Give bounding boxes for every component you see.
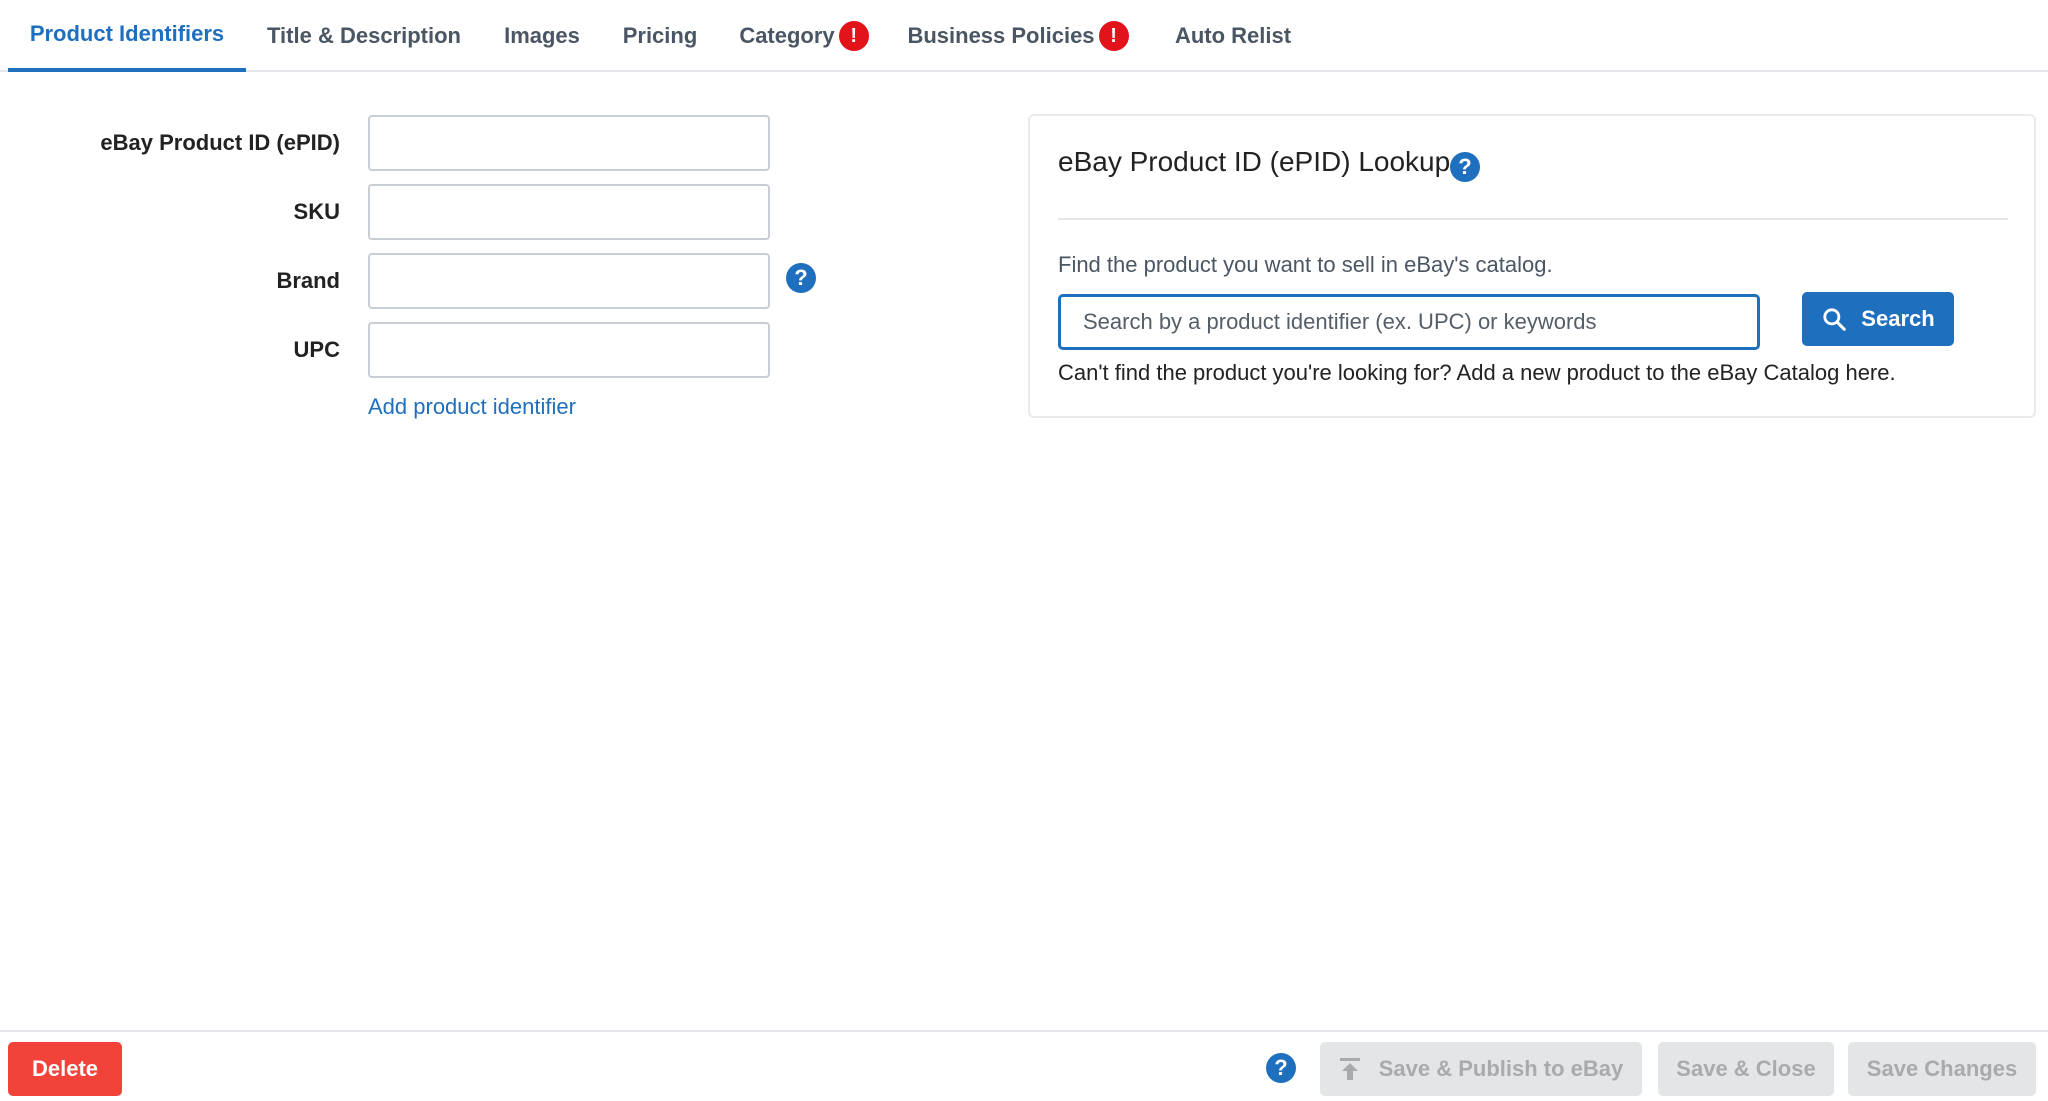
upc-input[interactable] (368, 322, 770, 378)
upload-icon (1339, 1058, 1360, 1080)
upc-label: UPC (293, 337, 340, 362)
catalog-search-input[interactable] (1058, 294, 1760, 350)
brand-label: Brand (276, 268, 340, 293)
save-publish-button[interactable]: Save & Publish to eBay (1320, 1042, 1642, 1096)
tab-category[interactable]: Category ! (728, 0, 880, 72)
add-product-identifier-link[interactable]: Add product identifier (368, 394, 576, 420)
tab-images[interactable]: Images (492, 0, 592, 72)
tab-bar: Product Identifiers Title & Description … (0, 0, 2048, 72)
sku-label: SKU (293, 199, 340, 224)
lookup-title: eBay Product ID (ePID) Lookup (1058, 146, 1450, 178)
tab-title-description[interactable]: Title & Description (256, 0, 472, 72)
alert-icon: ! (1098, 21, 1129, 51)
delete-button[interactable]: Delete (8, 1042, 122, 1096)
tab-label: Product Identifiers (29, 21, 225, 46)
epid-input[interactable] (368, 115, 770, 171)
tab-label: Images (504, 23, 580, 48)
alert-icon: ! (838, 21, 869, 51)
search-icon (1823, 308, 1847, 331)
epid-lookup-panel: eBay Product ID (ePID) Lookup ? Find the… (1028, 114, 2036, 418)
lookup-subtext: Find the product you want to sell in eBa… (1058, 252, 1553, 277)
tab-label: Pricing (622, 23, 698, 48)
tab-pricing[interactable]: Pricing (612, 0, 708, 72)
sku-input[interactable] (368, 184, 770, 240)
cant-find-text[interactable]: Can't find the product you're looking fo… (1058, 360, 1896, 386)
save-close-button[interactable]: Save & Close (1658, 1042, 1834, 1096)
tab-label: Title & Description (267, 23, 461, 48)
tab-product-identifiers[interactable]: Product Identifiers (8, 0, 246, 72)
brand-help-icon[interactable]: ? (786, 263, 816, 293)
save-publish-label: Save & Publish to eBay (1378, 1056, 1624, 1081)
lookup-help-icon[interactable]: ? (1450, 152, 1480, 182)
lookup-title-text: eBay Product ID (ePID) Lookup (1058, 146, 1451, 177)
tab-label: Auto Relist (1174, 23, 1292, 48)
brand-input[interactable] (368, 253, 770, 309)
panel-divider (1058, 218, 2008, 220)
epid-label: eBay Product ID (ePID) (100, 130, 340, 155)
search-button[interactable]: Search (1802, 292, 1954, 346)
search-button-label: Search (1861, 306, 1935, 331)
tab-business-policies[interactable]: Business Policies ! (900, 0, 1136, 72)
tab-label: Category (739, 23, 835, 48)
tab-label: Business Policies (907, 23, 1095, 48)
tab-auto-relist[interactable]: Auto Relist (1160, 0, 1306, 72)
footer-bar: Delete ? Save & Publish to eBay Save & C… (0, 1030, 2048, 1101)
footer-help-icon[interactable]: ? (1266, 1053, 1296, 1083)
save-changes-button[interactable]: Save Changes (1848, 1042, 2036, 1096)
